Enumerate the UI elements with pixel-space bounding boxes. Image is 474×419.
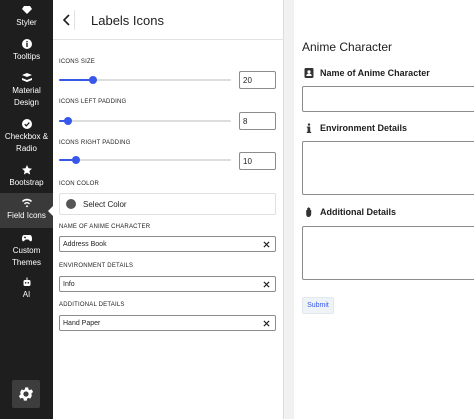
close-icon — [262, 280, 270, 288]
sidebar-item-checkbox-radio[interactable]: Checkbox & Radio — [0, 118, 53, 158]
hand-paper-icon — [304, 207, 314, 217]
settings-panel: Labels Icons Icons Size 20 Icons Left Pa… — [53, 0, 284, 419]
sidebar-item-bootstrap[interactable]: Bootstrap — [0, 164, 53, 190]
field-label: Name of Anime Character — [59, 224, 151, 230]
sidebar-item-label: Bootstrap — [9, 178, 44, 187]
select-color-button[interactable]: Select Color — [59, 193, 276, 215]
sidebar-item-label: Tooltips — [12, 52, 41, 61]
environment-details-icon-input[interactable]: Info — [59, 276, 276, 292]
sidebar-item-label: Checkbox & Radio — [4, 132, 49, 153]
submit-button[interactable]: Submit — [302, 297, 334, 314]
sidebar-item-field-icons[interactable]: Field Icons — [0, 193, 53, 228]
additional-details-icon-input[interactable]: Hand Paper — [59, 315, 276, 331]
icons-left-padding-slider[interactable] — [59, 115, 231, 127]
sidebar-item-label: Styler — [16, 18, 37, 27]
icons-size-label: Icons Size — [59, 59, 96, 65]
sidebar-item-label: Field Icons — [7, 211, 46, 220]
icons-right-padding-label: Icons Right Padding — [59, 140, 131, 146]
environment-details-textarea[interactable] — [302, 141, 474, 195]
sidebar-item-label: AI — [22, 290, 31, 299]
sidebar-item-custom-themes[interactable]: Custom Themes — [0, 232, 53, 272]
panel-header: Labels Icons — [53, 0, 284, 40]
chevron-left-icon — [62, 14, 70, 26]
settings-button[interactable] — [12, 380, 40, 408]
field-value: Hand Paper — [63, 319, 101, 327]
panel-title: Labels Icons — [91, 13, 164, 28]
sidebar-item-ai[interactable]: AI — [0, 276, 53, 304]
select-color-label: Select Color — [83, 199, 127, 209]
diamond-icon — [21, 4, 33, 16]
sidebar-item-label: Custom Themes — [12, 246, 41, 267]
icons-right-padding-slider[interactable] — [59, 154, 231, 166]
preview-field-label: Additional Details — [304, 207, 396, 217]
field-label: Environment Details — [59, 263, 134, 269]
back-button[interactable] — [59, 10, 75, 30]
icons-right-padding-input[interactable]: 10 — [239, 152, 276, 170]
sidebar: Styler Tooltips Material Design Checkbox… — [0, 0, 53, 419]
material-icon — [21, 72, 33, 84]
icons-size-input[interactable]: 20 — [239, 71, 276, 89]
check-circle-icon — [21, 118, 33, 130]
sidebar-item-material-design[interactable]: Material Design — [0, 72, 53, 112]
icons-size-slider[interactable] — [59, 74, 231, 86]
info-icon — [21, 38, 33, 50]
icon-color-label: Icon Color — [59, 181, 100, 187]
icons-left-padding-input[interactable]: 8 — [239, 112, 276, 130]
slider-thumb[interactable] — [72, 156, 81, 164]
clear-button[interactable] — [260, 238, 272, 250]
preview-card: Anime Character Name of Anime Character … — [294, 0, 474, 419]
info-icon — [304, 123, 314, 133]
field-label: Additional Details — [59, 302, 125, 308]
name-of-anime-character-icon-input[interactable]: Address Book — [59, 236, 276, 252]
sidebar-item-styler[interactable]: Styler — [0, 4, 53, 32]
clear-button[interactable] — [260, 278, 272, 290]
preview-label-text: Name of Anime Character — [320, 68, 430, 78]
slider-thumb[interactable] — [89, 76, 98, 84]
clear-button[interactable] — [260, 317, 272, 329]
star-icon — [21, 164, 33, 176]
field-value: Info — [63, 280, 75, 288]
preview-label-text: Environment Details — [320, 123, 408, 133]
form-preview: Anime Character Name of Anime Character … — [284, 0, 474, 419]
form-title: Anime Character — [302, 40, 393, 54]
close-icon — [262, 240, 270, 248]
address-book-icon — [304, 68, 314, 78]
close-icon — [262, 319, 270, 327]
icons-left-padding-label: Icons Left Padding — [59, 99, 127, 105]
sidebar-item-tooltips[interactable]: Tooltips — [0, 38, 53, 64]
name-of-anime-character-input[interactable] — [302, 86, 474, 112]
gear-icon — [18, 387, 34, 401]
preview-label-text: Additional Details — [320, 207, 397, 217]
preview-field-label: Name of Anime Character — [304, 68, 430, 78]
preview-field-label: Environment Details — [304, 123, 407, 133]
gamepad-icon — [21, 232, 33, 244]
slider-fill — [59, 79, 94, 81]
field-icons-icon — [21, 197, 33, 209]
robot-icon — [21, 276, 33, 288]
color-swatch — [66, 199, 76, 209]
sidebar-item-label: Material Design — [12, 86, 41, 107]
field-value: Address Book — [63, 240, 107, 248]
additional-details-textarea[interactable] — [302, 226, 474, 280]
slider-thumb[interactable] — [63, 117, 72, 125]
